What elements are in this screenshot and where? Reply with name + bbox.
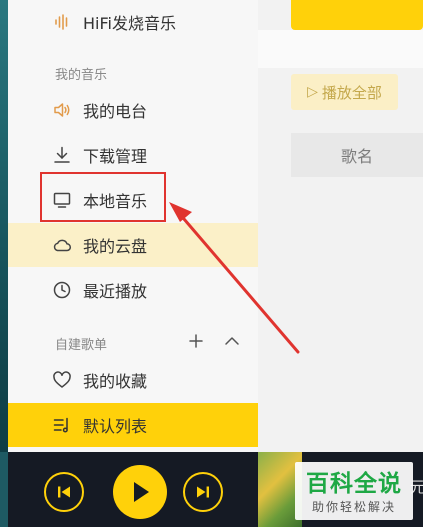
sidebar-item-hifi[interactable]: HiFi发烧音乐: [8, 0, 258, 44]
sidebar: HiFi发烧音乐 我的音乐 我的电台 下载管理 本地音乐 我的云盘 最近播放 自…: [8, 0, 258, 452]
sidebar-item-favorites[interactable]: 我的收藏: [8, 358, 258, 402]
content-header-band: [258, 30, 423, 68]
play-button[interactable]: [113, 465, 167, 519]
collapse-playlists-button[interactable]: [222, 330, 242, 352]
section-title-my-music: 我的音乐: [55, 68, 108, 83]
previous-button[interactable]: [44, 472, 84, 512]
desktop-background: [0, 0, 8, 452]
top-action-bar[interactable]: [291, 0, 423, 30]
section-title-playlists: 自建歌单: [55, 338, 108, 353]
clock-icon: [52, 280, 72, 300]
sidebar-item-label: 下载管理: [83, 147, 148, 166]
play-icon: ▷: [307, 84, 318, 100]
watermark-title: 百科全说: [306, 471, 402, 497]
play-all-label: 播放全部: [321, 83, 382, 102]
column-header-song-name[interactable]: 歌名: [291, 133, 423, 177]
sidebar-item-label: HiFi发烧音乐: [83, 14, 176, 33]
speaker-icon: [52, 100, 72, 120]
sidebar-item-label: 我的收藏: [83, 372, 148, 391]
download-icon: [52, 145, 72, 165]
sidebar-item-radio[interactable]: 我的电台: [8, 88, 258, 132]
sidebar-item-label: 我的电台: [83, 102, 148, 121]
sidebar-item-label: 我的云盘: [83, 237, 148, 256]
sidebar-item-default-list[interactable]: 默认列表: [8, 403, 258, 447]
skip-previous-icon: [58, 486, 70, 498]
sidebar-item-label: 默认列表: [83, 417, 148, 436]
heart-icon: [52, 370, 72, 390]
plus-icon: [189, 334, 203, 348]
sidebar-item-download[interactable]: 下载管理: [8, 133, 258, 177]
sidebar-item-label: 最近播放: [83, 282, 148, 301]
sidebar-item-recent[interactable]: 最近播放: [8, 268, 258, 312]
skip-next-icon: [197, 486, 209, 498]
sound-wave-icon: [52, 12, 72, 32]
play-all-button[interactable]: ▷ 播放全部: [291, 74, 398, 110]
add-playlist-button[interactable]: [186, 330, 206, 352]
watermark-subtitle: 助你轻松解决: [311, 500, 396, 514]
play-icon: [134, 482, 149, 502]
chevron-up-icon: [225, 337, 239, 345]
sidebar-item-cloud[interactable]: 我的云盘: [8, 223, 258, 267]
watermark: 百科全说 助你轻松解决: [295, 462, 413, 520]
playlist-icon: [52, 415, 72, 435]
column-header-label: 歌名: [340, 147, 373, 166]
highlight-box: [40, 172, 166, 222]
next-button[interactable]: [183, 472, 223, 512]
cloud-icon: [52, 235, 72, 255]
